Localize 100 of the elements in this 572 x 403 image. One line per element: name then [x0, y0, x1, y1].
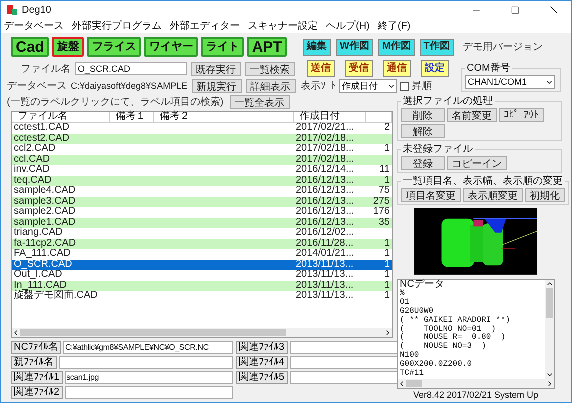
- view-button[interactable]: T作図: [420, 38, 454, 56]
- com-port-select[interactable]: CHAN1/COM1: [465, 75, 555, 89]
- table-cell-text: fa-11cp2.CAD: [13, 238, 78, 249]
- view-button[interactable]: W作図: [336, 38, 374, 56]
- comm-button[interactable]: 通信: [383, 60, 411, 77]
- field-label: データベース: [7, 80, 67, 93]
- menu-item[interactable]: データベース: [4, 19, 64, 33]
- file-label-button[interactable]: 関連ﾌｧｲﾙ1: [11, 371, 63, 384]
- mode-button[interactable]: ワイヤー: [144, 37, 198, 57]
- code-line: TC#11: [400, 370, 426, 379]
- related-file-field[interactable]: [290, 341, 400, 354]
- file-label-button[interactable]: 親ﾌｧｲﾙ名: [11, 356, 57, 369]
- column-setting-button[interactable]: 初期化: [525, 188, 565, 202]
- register-button[interactable]: コピーイン: [447, 156, 507, 170]
- file-label-button[interactable]: 関連ﾌｧｲﾙ3: [236, 341, 288, 354]
- related-file-field[interactable]: C:¥athlic¥gm8¥SAMPLE¥NC¥O_SCR.NC: [63, 341, 233, 354]
- scrollbar-thumb[interactable]: [546, 288, 553, 318]
- table-cell-text: 2013/11/13...: [295, 270, 355, 280]
- file-row[interactable]: sample3.CAD 2016/12/13... 275: [12, 196, 392, 207]
- sort-select[interactable]: 作成日付: [339, 79, 397, 93]
- file-row[interactable]: sample4.CAD 2016/12/13... 75: [12, 186, 392, 196]
- table-cell-text: 2017/02/18...: [295, 134, 356, 144]
- column-setting-button[interactable]: 表示順変更: [463, 188, 523, 202]
- table-cell-text: 2016/12/13...: [295, 196, 356, 207]
- file-label-button[interactable]: 関連ﾌｧｲﾙ4: [236, 356, 288, 369]
- panel-title: NCデータ: [400, 280, 446, 290]
- mode-button[interactable]: 旋盤: [52, 37, 84, 57]
- file-action-button[interactable]: 削除: [401, 108, 445, 122]
- scroll-right-icon[interactable]: [546, 380, 554, 388]
- window-title: Deg10: [22, 4, 52, 16]
- horizontal-scrollbar[interactable]: [12, 328, 392, 337]
- file-row[interactable]: sample1.CAD 2016/12/13... 35: [12, 218, 392, 228]
- scroll-down-icon[interactable]: [546, 371, 554, 379]
- file-row[interactable]: FA_111.CAD 2014/01/21... 1: [12, 249, 392, 260]
- mode-button[interactable]: Cad: [11, 37, 50, 57]
- table-cell-text: 11: [378, 165, 391, 176]
- file-row[interactable]: O_SCR.CAD 2013/11/13... 1: [12, 260, 392, 270]
- mode-button[interactable]: APT: [247, 37, 288, 57]
- comm-button[interactable]: 受信: [345, 60, 373, 77]
- table-cell-text: 2016/12/14...: [295, 165, 356, 176]
- file-row[interactable]: ccl2.CAD 2017/02/18... 1: [12, 144, 392, 154]
- scroll-left-icon[interactable]: [398, 380, 406, 388]
- vertical-scrollbar[interactable]: [545, 280, 554, 379]
- file-label-button[interactable]: 関連ﾌｧｲﾙ2: [11, 386, 63, 399]
- checkbox-label: 昇順: [412, 80, 432, 93]
- run-new-button[interactable]: 新規実行: [192, 79, 242, 93]
- view-button[interactable]: M作図: [378, 38, 415, 56]
- code-line: %: [400, 290, 406, 298]
- related-file-field[interactable]: [290, 371, 400, 384]
- mode-button[interactable]: ライト: [201, 37, 244, 57]
- table-cell-text: 1: [383, 270, 391, 280]
- menu-item[interactable]: 外部実行プログラム: [72, 19, 162, 33]
- scrollbar-thumb[interactable]: [406, 380, 422, 387]
- file-name-field[interactable]: O_SCR.CAD: [75, 62, 187, 75]
- table-cell-text: O_SCR.CAD: [13, 260, 74, 270]
- group-label: COM番号: [466, 62, 512, 75]
- view-button[interactable]: 編集: [303, 38, 331, 56]
- menu-item[interactable]: スキャナー設定: [248, 19, 318, 33]
- sort-label: 表示ｿｰﾄ: [301, 80, 336, 93]
- file-row[interactable]: sample2.CAD 2016/12/13... 176: [12, 207, 392, 218]
- run-existing-button[interactable]: 既存実行: [191, 62, 241, 76]
- file-row[interactable]: inv.CAD 2016/12/14... 11: [12, 165, 392, 176]
- horizontal-scrollbar[interactable]: [398, 379, 554, 388]
- table-cell-text: ccl.CAD: [13, 154, 52, 165]
- table-cell-text: sample3.CAD: [13, 196, 77, 207]
- list-search-button[interactable]: 一覧検索: [245, 62, 295, 76]
- file-row[interactable]: fa-11cp2.CAD 2016/11/28... 1: [12, 238, 392, 249]
- scrollbar-thumb[interactable]: [20, 329, 286, 336]
- file-row[interactable]: teq.CAD 2016/12/13... 1: [12, 176, 392, 186]
- table-cell-text: 2016/12/13...: [295, 176, 356, 186]
- file-row[interactable]: 旋盤デモ図面.CAD 2013/11/13... 1: [12, 291, 392, 302]
- menu-item[interactable]: 終了(F): [378, 19, 411, 33]
- comm-button[interactable]: 設定: [421, 60, 449, 77]
- related-file-field[interactable]: [64, 386, 233, 399]
- comm-button[interactable]: 送信: [307, 60, 335, 77]
- file-row[interactable]: cctest1.CAD 2017/02/21... 2: [12, 123, 392, 134]
- close-icon: [548, 4, 560, 16]
- menu-item[interactable]: ヘルプ(H): [326, 19, 370, 33]
- code-line: ( NOUSE NO=3 ): [400, 343, 488, 352]
- scroll-left-icon[interactable]: [12, 328, 20, 336]
- related-file-field[interactable]: scan1.jpg: [64, 371, 233, 384]
- file-row[interactable]: Out_I.CAD 2013/11/13... 1: [12, 270, 392, 280]
- related-file-field[interactable]: [59, 356, 233, 369]
- file-action-button[interactable]: 解除: [401, 124, 445, 138]
- file-label-button[interactable]: NCﾌｧｲﾙ名: [11, 341, 62, 354]
- show-all-button[interactable]: 一覧全表示: [230, 95, 290, 109]
- menu-item[interactable]: 外部エディター: [170, 19, 240, 33]
- file-label-button[interactable]: 関連ﾌｧｲﾙ5: [236, 371, 288, 384]
- mode-button[interactable]: フライス: [87, 37, 142, 57]
- column-setting-button[interactable]: 項目名変更: [401, 188, 461, 202]
- file-row[interactable]: cctest2.CAD 2017/02/18...: [12, 134, 392, 144]
- ascending-checkbox[interactable]: [400, 82, 409, 90]
- file-row[interactable]: ccl.CAD 2017/02/18...: [12, 154, 392, 165]
- scroll-right-icon[interactable]: [384, 328, 392, 336]
- register-button[interactable]: 登録: [401, 156, 445, 170]
- file-row[interactable]: In_111.CAD 2013/11/13... 1: [12, 280, 392, 291]
- file-action-button[interactable]: 名前変更: [447, 108, 497, 122]
- related-file-field[interactable]: [290, 356, 400, 369]
- file-action-button[interactable]: ｺﾋﾟｰｱｳﾄ: [499, 108, 544, 122]
- detail-button[interactable]: 詳細表示: [246, 79, 296, 93]
